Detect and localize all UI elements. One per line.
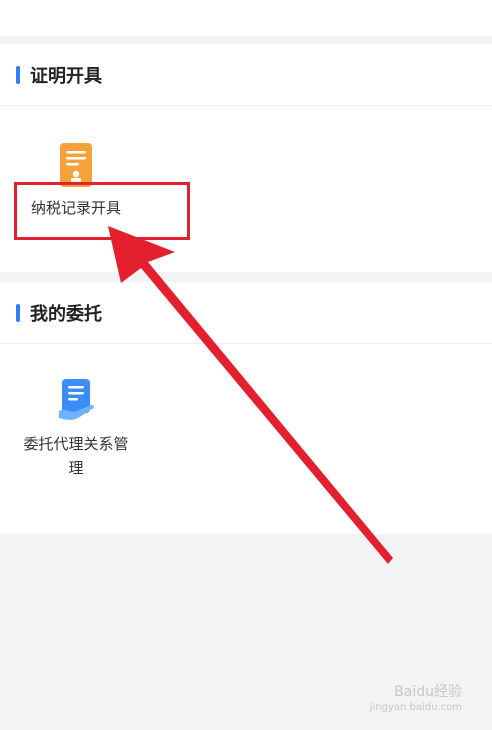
section-title: 我的委托 <box>30 303 102 325</box>
section-my-delegation: 我的委托 委托代理关系管理 <box>0 282 492 534</box>
section-header: 证明开具 <box>0 44 492 106</box>
delegation-document-icon <box>59 379 94 420</box>
watermark-url: jingyan.baidu.com <box>369 702 462 713</box>
section-accent-bar <box>16 65 20 84</box>
tile-label: 委托代理关系管理 <box>23 435 129 477</box>
tile-delegation-management[interactable]: 委托代理关系管理 <box>16 378 136 480</box>
section-header: 我的委托 <box>0 282 492 344</box>
baidu-watermark: Baidu经验 jingyan.baidu.com <box>370 684 462 716</box>
annotation-highlight-box <box>14 182 190 240</box>
section-title: 证明开具 <box>30 65 102 87</box>
top-strip <box>0 0 492 36</box>
section-accent-bar <box>16 303 20 322</box>
watermark-brand: Baidu经验 <box>394 684 462 700</box>
